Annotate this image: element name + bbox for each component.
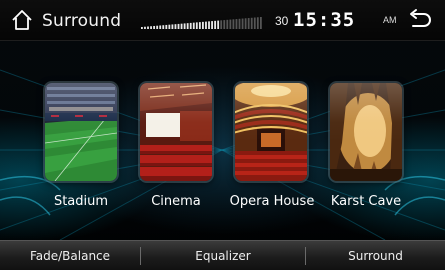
top-bar: Surround 30 15:35 AM — [0, 0, 445, 41]
volume-bar-segment — [150, 26, 152, 29]
page-title: Surround — [42, 11, 122, 31]
cinema-icon — [140, 83, 212, 181]
surround-screen: Surround 30 15:35 AM Stadium Cinema Oper… — [0, 0, 445, 270]
volume-bar-segment — [144, 26, 146, 29]
clock-time: 15:35 — [293, 9, 356, 31]
volume-bar-segment — [156, 25, 159, 29]
volume-bar-segment — [202, 21, 204, 29]
preset-opera-house-button[interactable] — [235, 83, 307, 181]
volume-bar-segment — [226, 19, 229, 29]
volume-bar-segment — [159, 25, 162, 29]
volume-bar-segment — [259, 17, 262, 29]
volume-bar-segment — [208, 21, 210, 29]
volume-level-bar — [141, 17, 262, 29]
preset-label-karst-cave: Karst Cave — [330, 194, 402, 209]
volume-bar-segment — [211, 21, 213, 29]
volume-value: 30 — [275, 14, 289, 28]
volume-bar-segment — [183, 23, 186, 29]
volume-bar-segment — [241, 18, 244, 29]
volume-bar-segment — [192, 22, 195, 29]
volume-bar-segment — [217, 20, 220, 29]
volume-bar-segment — [141, 27, 143, 29]
volume-bar-segment — [214, 20, 217, 29]
preset-label-opera-house: Opera House — [229, 194, 315, 209]
preset-label-stadium: Stadium — [53, 194, 109, 209]
volume-bar-segment — [147, 26, 149, 29]
clock-ampm: AM — [383, 15, 397, 25]
preset-cinema-button[interactable] — [140, 83, 212, 181]
volume-bar-segment — [168, 24, 171, 29]
volume-bar-segment — [177, 23, 180, 29]
volume-bar-segment — [165, 24, 168, 29]
tab-equalizer[interactable]: Equalizer — [141, 241, 305, 270]
tab-surround[interactable]: Surround — [306, 241, 445, 270]
preset-label-cinema: Cinema — [151, 194, 201, 209]
volume-bar-segment — [232, 19, 235, 29]
volume-bar-segment — [153, 25, 156, 29]
preset-karst-cave-button[interactable] — [330, 83, 402, 181]
volume-bar-segment — [235, 19, 238, 29]
back-icon[interactable] — [405, 8, 433, 32]
volume-bar-segment — [174, 24, 177, 29]
volume-bar-segment — [195, 22, 198, 29]
bottom-tab-bar: Fade/Balance Equalizer Surround — [0, 240, 445, 270]
preset-stadium-button[interactable] — [45, 83, 117, 181]
volume-bar-segment — [189, 22, 192, 29]
volume-bar-segment — [238, 18, 241, 29]
volume-bar-segment — [162, 25, 165, 29]
volume-bar-segment — [253, 17, 256, 29]
volume-bar-segment — [244, 18, 247, 29]
volume-bar-segment — [198, 22, 201, 29]
volume-bar-segment — [256, 17, 259, 29]
stadium-icon — [45, 83, 117, 181]
volume-bar-segment — [180, 23, 183, 29]
volume-bar-segment — [223, 20, 226, 29]
volume-bar-segment — [250, 17, 253, 29]
volume-bar-segment — [186, 23, 189, 29]
tab-fade-balance[interactable]: Fade/Balance — [0, 241, 140, 270]
opera-house-icon — [235, 83, 307, 181]
home-icon[interactable] — [10, 8, 34, 32]
volume-bar-segment — [247, 18, 250, 29]
volume-bar-segment — [205, 21, 207, 29]
volume-bar-segment — [220, 20, 223, 29]
cave-icon — [330, 83, 402, 181]
volume-bar-segment — [229, 19, 232, 29]
volume-bar-segment — [171, 24, 174, 29]
